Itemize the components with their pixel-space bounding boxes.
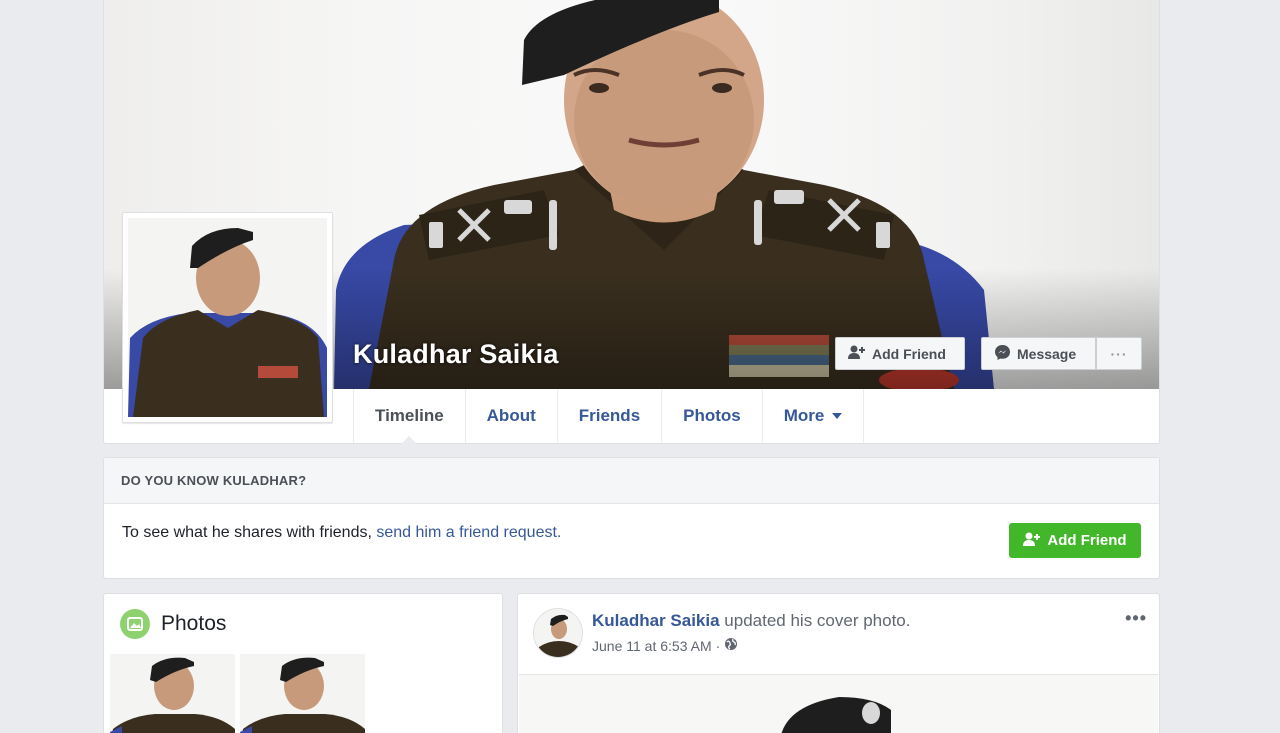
- photos-header[interactable]: Photos: [120, 609, 226, 639]
- photo-thumbnail-image: [110, 654, 235, 733]
- profile-name: Kuladhar Saikia: [353, 339, 559, 369]
- do-you-know-heading: DO YOU KNOW KULADHAR?: [104, 458, 1159, 504]
- tab-friends[interactable]: Friends: [558, 389, 663, 443]
- photo-thumbnail-image: [240, 654, 365, 733]
- globe-icon[interactable]: [724, 637, 738, 654]
- post-options-button[interactable]: •••: [1125, 608, 1147, 629]
- post-cover-image[interactable]: [519, 674, 1158, 733]
- profile-picture-image: [128, 218, 327, 417]
- tab-label: Friends: [578, 406, 641, 425]
- tab-label: More: [783, 406, 825, 425]
- post-header: Kuladhar Saikia updated his cover photo.: [592, 611, 910, 631]
- photos-card: Photos: [103, 593, 503, 733]
- add-friend-icon: [1023, 532, 1041, 550]
- add-friend-icon: [848, 345, 866, 362]
- friend-request-link[interactable]: send him a friend request.: [376, 524, 561, 541]
- do-you-know-text: To see what he shares with friends, send…: [122, 524, 561, 542]
- tab-photos[interactable]: Photos: [662, 389, 763, 443]
- photo-thumbnail[interactable]: [110, 654, 235, 733]
- post-action-text: updated his cover photo.: [724, 611, 911, 630]
- profile-header: Kuladhar Saikia Add Friend Message ··· T…: [103, 0, 1160, 444]
- more-options-button[interactable]: ···: [1096, 337, 1142, 370]
- tab-label: Photos: [683, 406, 741, 425]
- tab-label: About: [486, 406, 536, 425]
- post-card: Kuladhar Saikia updated his cover photo.…: [517, 593, 1160, 733]
- avatar[interactable]: [533, 608, 583, 658]
- tab-more[interactable]: More: [763, 389, 865, 443]
- message-button[interactable]: Message: [981, 337, 1096, 370]
- post-meta: June 11 at 6:53 AM ·: [592, 637, 738, 654]
- do-you-know-card: DO YOU KNOW KULADHAR? To see what he sha…: [103, 457, 1160, 579]
- post-cover-image-graphic: [519, 675, 1158, 733]
- tab-about[interactable]: About: [466, 389, 558, 443]
- message-label: Message: [1017, 345, 1077, 362]
- tab-label: Timeline: [375, 406, 444, 425]
- do-you-know-prompt: To see what he shares with friends,: [122, 524, 372, 541]
- add-friend-green-button[interactable]: Add Friend: [1009, 523, 1141, 558]
- profile-tabs: Timeline About Friends Photos More: [353, 389, 865, 444]
- add-friend-label: Add Friend: [872, 345, 946, 362]
- photos-title: Photos: [161, 612, 227, 635]
- add-friend-button[interactable]: Add Friend: [835, 337, 965, 370]
- tab-timeline[interactable]: Timeline: [354, 389, 466, 444]
- post-meta-separator: ·: [715, 637, 721, 654]
- photos-icon: [120, 609, 150, 639]
- add-friend-green-label: Add Friend: [1047, 532, 1127, 549]
- post-author-link[interactable]: Kuladhar Saikia: [592, 611, 720, 630]
- post-timestamp[interactable]: June 11 at 6:53 AM: [592, 638, 712, 654]
- profile-picture[interactable]: [122, 212, 333, 423]
- caret-down-icon: [832, 413, 843, 419]
- photo-thumbnail[interactable]: [240, 654, 365, 733]
- messenger-icon: [994, 344, 1011, 364]
